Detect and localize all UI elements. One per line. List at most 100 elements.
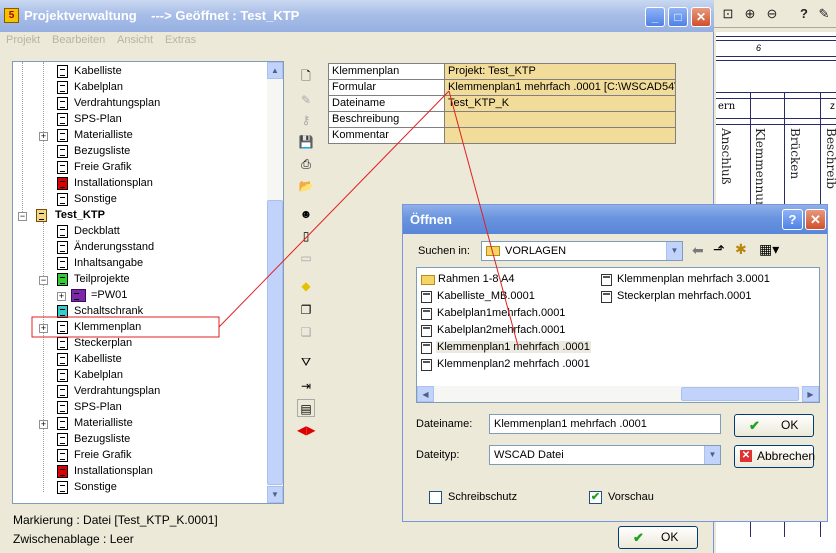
dialog-ok-button[interactable]: ✔ OK — [734, 414, 814, 437]
filter-icon[interactable]: ⛛ — [297, 353, 315, 371]
filename-input[interactable]: Klemmenplan1 mehrfach .0001 — [489, 414, 721, 434]
minimize-icon: _ — [651, 10, 659, 24]
main-ok-button[interactable]: ✔ OK — [618, 526, 698, 549]
dateiname-label: Dateiname: — [416, 418, 473, 430]
project-tree[interactable]: Kabelliste Kabelplan Verdrahtungsplan SP… — [12, 61, 284, 504]
scroll-left-icon[interactable]: ◀ — [417, 386, 434, 402]
document-icon — [57, 353, 68, 366]
minimize-button[interactable]: _ — [645, 7, 665, 27]
document-icon — [57, 417, 68, 430]
chevron-down-icon[interactable]: ▼ — [666, 242, 682, 260]
property-row[interactable]: Dateiname Test_KTP_K — [329, 96, 675, 112]
insert-icon[interactable]: ⇥ — [297, 377, 315, 395]
scroll-thumb[interactable] — [267, 200, 283, 485]
key-icon[interactable]: ⚷ — [297, 111, 315, 129]
folder-up-icon[interactable]: ⬏ — [713, 241, 725, 258]
column-number: 6 — [756, 43, 762, 53]
zoom-out-icon[interactable]: ⊖ — [762, 4, 782, 24]
new-project-icon[interactable]: 🗋 — [297, 67, 315, 85]
scroll-down-icon[interactable]: ▼ — [267, 486, 283, 503]
expand-icon[interactable]: + — [57, 292, 66, 301]
filetype-select[interactable]: WSCAD Datei ▼ — [489, 445, 721, 465]
dialog-title-bar[interactable]: Öffnen ? ✕ — [403, 205, 827, 234]
maximize-icon: □ — [674, 10, 682, 24]
eraser-icon[interactable]: ◆ — [297, 277, 315, 295]
user-icon[interactable]: ☻ — [297, 205, 315, 223]
dialog-close-button[interactable]: ✕ — [805, 209, 826, 230]
document-icon — [57, 129, 68, 142]
vorschau-checkbox[interactable]: ✔ — [589, 491, 602, 504]
dialog-title: Öffnen — [410, 212, 452, 227]
cad-toolbar: ⊡ ⊕ ⊖ ? ✎ — [714, 0, 836, 28]
document-stack-icon — [57, 193, 68, 206]
vertical-label-beschreibung: Beschreib — [824, 128, 836, 189]
menu-ansicht[interactable]: Ansicht — [117, 34, 153, 46]
paste-icon[interactable]: ❏ — [297, 323, 315, 341]
folder-disabled-icon[interactable]: ▭ — [297, 249, 315, 267]
vertical-label-bruecken: Brücken — [788, 128, 802, 180]
zoom-in-icon[interactable]: ⊕ — [740, 4, 760, 24]
file-list[interactable]: Rahmen 1-8 A4 Kabelliste_MB.0001 Kabelpl… — [416, 267, 820, 403]
collapse-icon[interactable]: − — [39, 276, 48, 285]
vertical-toolbar: 🗋 ✎ ⚷ 💾 ⎙ 📂 ☻ ▯ ▭ ◆ ❐ ❏ ⛛ ⇥ ▤ ◀▶ — [295, 63, 319, 443]
zoom-fit-icon[interactable]: ⊡ — [718, 4, 738, 24]
dialog-cancel-button[interactable]: ✕ Abbrechen — [734, 445, 815, 468]
scroll-right-icon[interactable]: ▶ — [802, 386, 819, 402]
folder-combo[interactable]: VORLAGEN ▼ — [481, 241, 683, 261]
expand-icon[interactable]: + — [39, 324, 48, 333]
file-icon — [421, 291, 432, 303]
folder-icon — [486, 246, 500, 256]
new-document-icon[interactable]: ▯ — [297, 227, 315, 245]
back-icon[interactable]: ⬅ — [692, 242, 704, 259]
app-icon: 5 — [4, 8, 19, 23]
document-icon — [57, 241, 68, 254]
red-document-icon — [57, 465, 68, 478]
menu-projekt[interactable]: Projekt — [6, 34, 40, 46]
new-folder-icon[interactable]: ✱ — [735, 241, 747, 258]
title-bar[interactable]: 5 Projektverwaltung ---> Geöffnet : Test… — [0, 0, 714, 32]
schreibschutz-checkbox[interactable] — [429, 491, 442, 504]
open-dialog: Öffnen ? ✕ Suchen in: VORLAGEN ▼ ⬅ ⬏ ✱ ▦… — [402, 204, 828, 522]
expand-icon[interactable]: + — [39, 420, 48, 429]
chevron-down-icon[interactable]: ▼ — [704, 446, 720, 464]
document-icon — [57, 65, 68, 78]
property-row[interactable]: Klemmenplan Projekt: Test_KTP — [329, 64, 675, 80]
scroll-up-icon[interactable]: ▲ — [267, 62, 283, 79]
close-button[interactable]: ✕ — [691, 7, 711, 27]
swap-icon[interactable]: ◀▶ — [297, 421, 315, 439]
vertical-label-anschluss: Anschluß — [719, 128, 733, 185]
help-icon[interactable]: ? — [794, 4, 814, 24]
red-document-icon — [57, 177, 68, 190]
print-icon[interactable]: ⎙ — [297, 155, 315, 173]
help-button[interactable]: ? — [782, 209, 803, 230]
cyan-document-icon — [57, 305, 68, 318]
vorschau-label: Vorschau — [608, 491, 654, 503]
tree-scrollbar[interactable]: ▲ ▼ — [267, 62, 283, 503]
file-list-hscrollbar[interactable]: ◀ ▶ — [417, 386, 819, 402]
document-icon — [57, 257, 68, 270]
expand-icon[interactable]: + — [39, 132, 48, 141]
status-markierung: Markierung : Datei [Test_KTP_K.0001] — [13, 513, 218, 527]
suchen-in-label: Suchen in: — [418, 245, 470, 257]
properties-icon[interactable]: ▤ — [297, 399, 315, 417]
menu-bearbeiten[interactable]: Bearbeiten — [52, 34, 105, 46]
edit-icon[interactable]: ✎ — [297, 91, 315, 109]
property-row[interactable]: Beschreibung — [329, 112, 675, 128]
project-book-icon — [36, 209, 47, 222]
copy-icon[interactable]: ❐ — [297, 301, 315, 319]
pin-icon[interactable]: ✎ — [814, 4, 834, 24]
menu-extras[interactable]: Extras — [165, 34, 196, 46]
document-icon — [57, 449, 68, 462]
view-menu-icon[interactable]: ▦▾ — [759, 241, 779, 258]
maximize-button[interactable]: □ — [668, 7, 688, 27]
window-title: Projektverwaltung ---> Geöffnet : Test_K… — [24, 8, 300, 23]
close-icon: ✕ — [695, 10, 707, 24]
file-icon — [421, 359, 432, 371]
open-folder-icon[interactable]: 📂 — [297, 177, 315, 195]
save-icon[interactable]: 💾 — [297, 133, 315, 151]
hscroll-thumb[interactable] — [681, 387, 799, 401]
property-row[interactable]: Formular Klemmenplan1 mehrfach .0001 [C:\… — [329, 80, 675, 96]
property-row[interactable]: Kommentar — [329, 128, 675, 144]
document-icon — [57, 161, 68, 174]
collapse-icon[interactable]: − — [18, 212, 27, 221]
